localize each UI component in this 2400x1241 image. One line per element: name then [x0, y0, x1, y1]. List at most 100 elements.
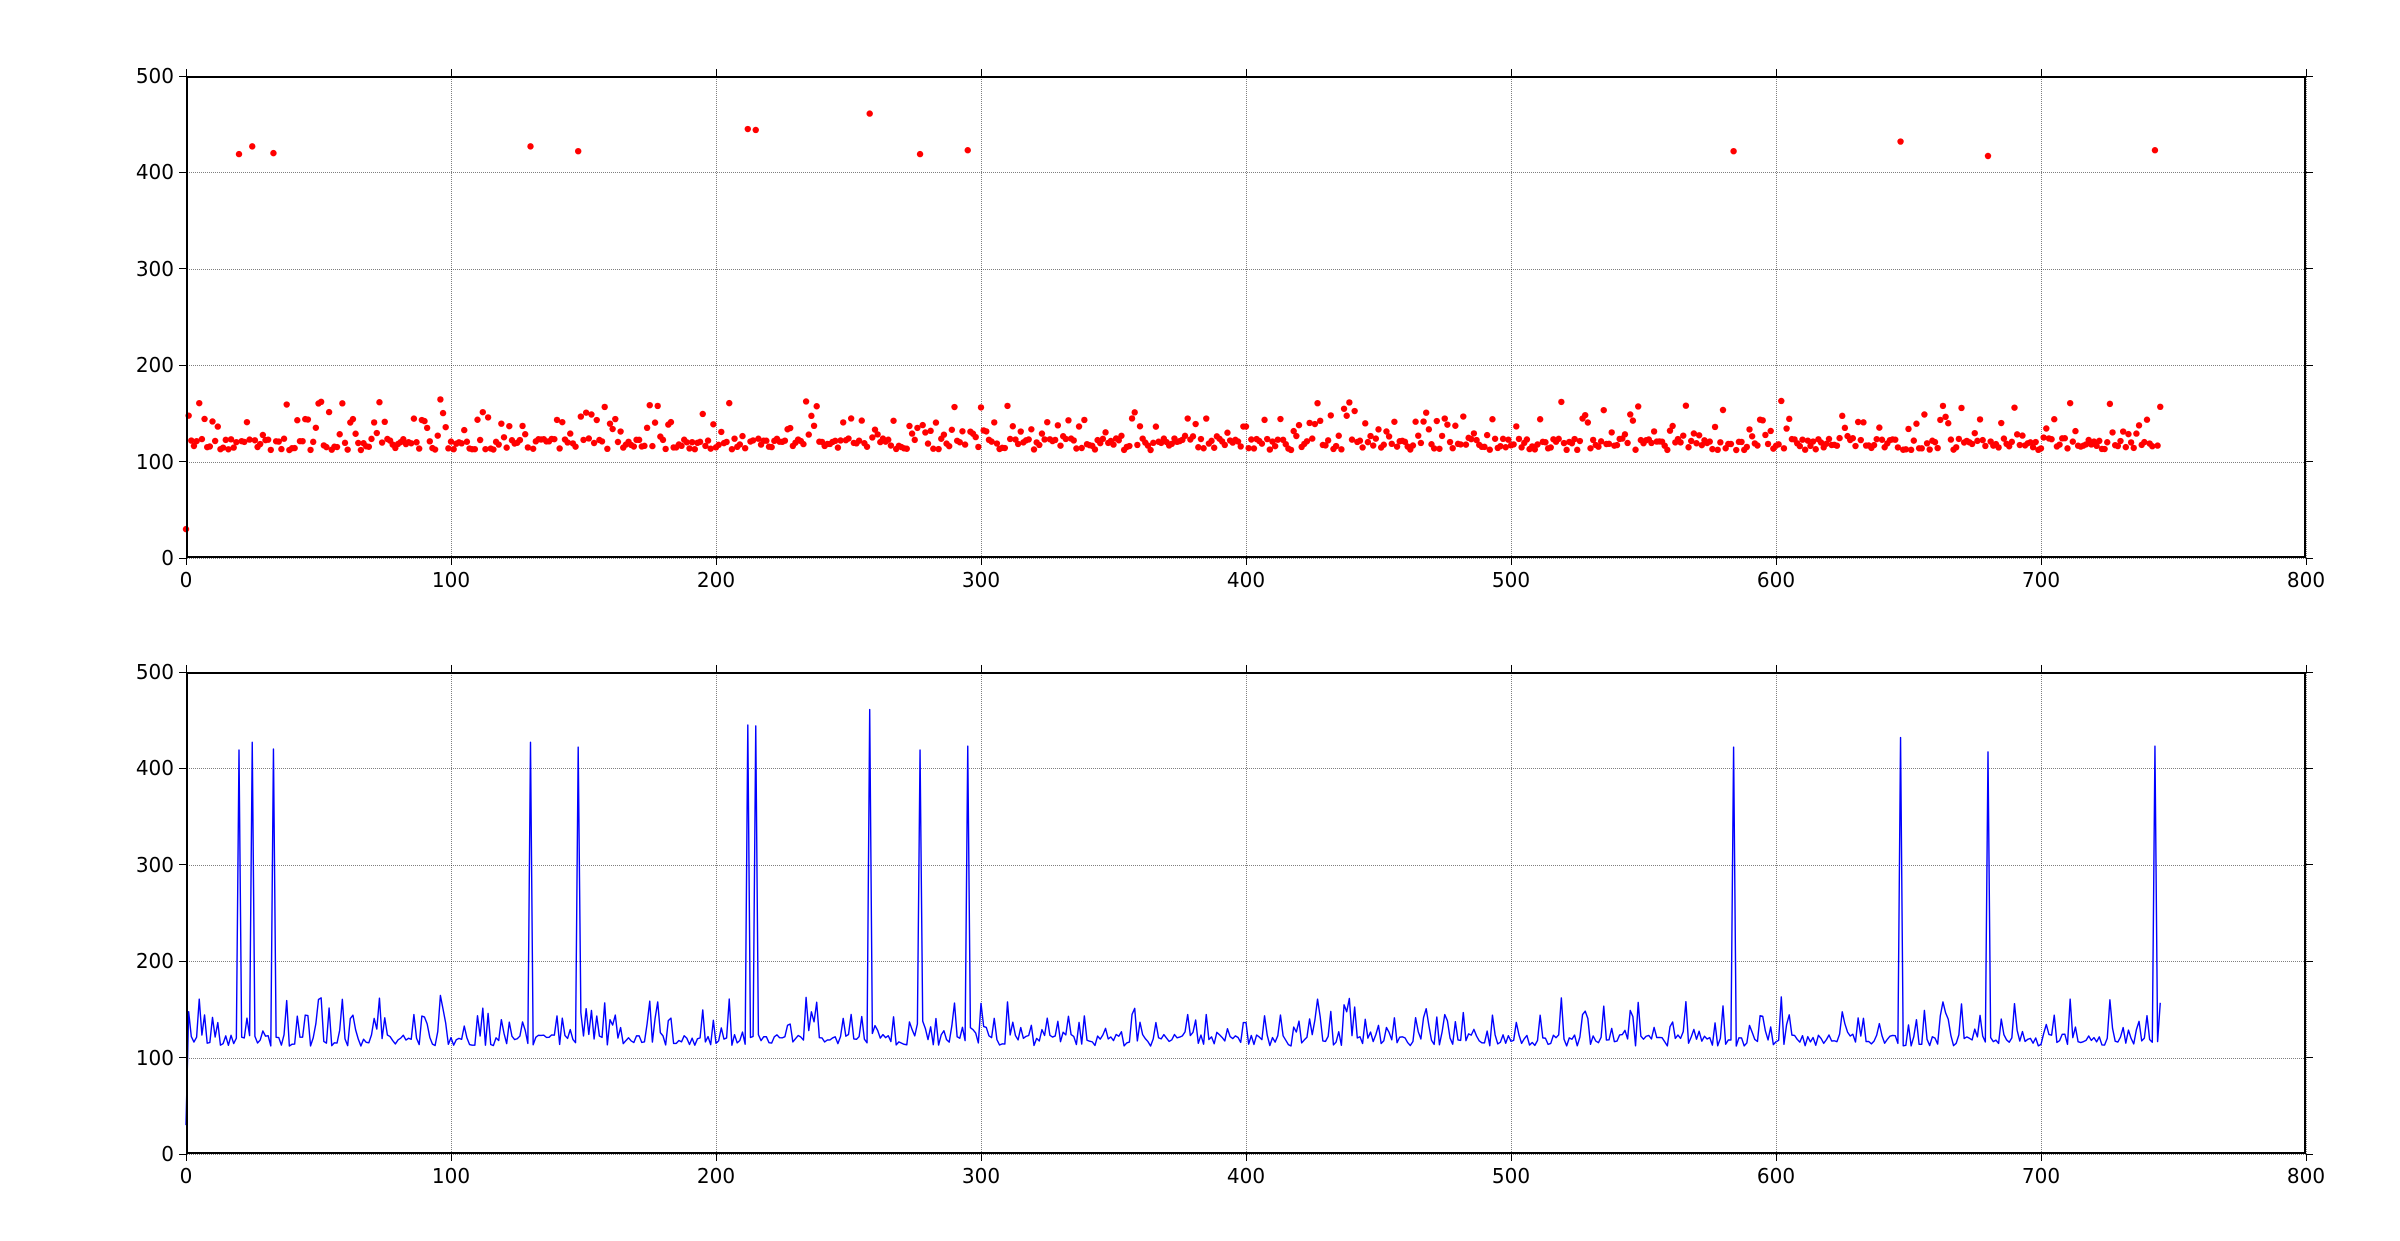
scatter-point [1137, 423, 1143, 429]
scatter-point [1945, 420, 1951, 426]
scatter-point [811, 423, 817, 429]
scatter-point [1813, 446, 1819, 452]
scatter-point [2123, 444, 2129, 450]
xtick-label: 200 [697, 1164, 735, 1188]
xtick-label: 500 [1492, 1164, 1530, 1188]
ytick-mark [179, 461, 186, 462]
xtick-mark-top [2041, 69, 2042, 76]
scatter-point [2104, 439, 2110, 445]
scatter-point [1783, 425, 1789, 431]
scatter-point [1375, 426, 1381, 432]
scatter-point [1439, 433, 1445, 439]
scatter-point [612, 416, 618, 422]
scatter-point [745, 126, 751, 132]
scatter-point [1132, 409, 1138, 415]
scatter-point [1669, 423, 1675, 429]
ytick-mark-right [2306, 864, 2313, 865]
scatter-point [212, 438, 218, 444]
scatter-point [951, 404, 957, 410]
scatter-point [1031, 446, 1037, 452]
xtick-mark-top [1776, 665, 1777, 672]
ytick-label: 0 [161, 546, 174, 570]
scatter-point [991, 419, 997, 425]
scatter-point [1781, 445, 1787, 451]
scatter-point [1192, 421, 1198, 427]
spine-right [2304, 672, 2306, 1154]
xtick-mark-top [981, 665, 982, 672]
scatter-point [501, 434, 507, 440]
scatter-point [1129, 415, 1135, 421]
scatter-point [358, 447, 364, 453]
scatter-point [1065, 417, 1071, 423]
scatter-point [800, 441, 806, 447]
scatter-point [1076, 423, 1082, 429]
scatter-point [1381, 442, 1387, 448]
ytick-label: 300 [136, 853, 174, 877]
scatter-point [1677, 439, 1683, 445]
scatter-point [1852, 443, 1858, 449]
xtick-mark [451, 1154, 452, 1161]
scatter-point [1492, 436, 1498, 442]
ytick-label: 400 [136, 160, 174, 184]
xtick-mark [1511, 558, 1512, 565]
scatter-point [1582, 412, 1588, 418]
ytick-mark-right [2306, 268, 2313, 269]
scatter-point [864, 444, 870, 450]
scatter-plot-area [186, 76, 2306, 558]
scatter-point [1733, 447, 1739, 453]
scatter-point [1632, 447, 1638, 453]
scatter-point [2070, 438, 2076, 444]
ytick-mark-right [2306, 1057, 2313, 1058]
scatter-point [1558, 399, 1564, 405]
ytick-label: 400 [136, 756, 174, 780]
figure: 0100200300400500600700800 01002003004005… [0, 0, 2400, 1241]
scatter-point [840, 419, 846, 425]
scatter-point [787, 425, 793, 431]
scatter-point [281, 436, 287, 442]
scatter-point [737, 441, 743, 447]
scatter-point [1563, 447, 1569, 453]
scatter-point [519, 423, 525, 429]
scatter-point [631, 443, 637, 449]
scatter-point [1314, 400, 1320, 406]
xtick-label: 700 [2022, 568, 2060, 592]
scatter-point [572, 443, 578, 449]
scatter-point [1002, 445, 1008, 451]
scatter-point [1908, 447, 1914, 453]
scatter-point [874, 431, 880, 437]
scatter-point [1940, 403, 1946, 409]
scatter-point [1932, 439, 1938, 445]
scatter-point [249, 143, 255, 149]
scatter-point [1198, 436, 1204, 442]
scatter-point [2117, 438, 2123, 444]
scatter-point [1100, 436, 1106, 442]
ytick-label: 300 [136, 257, 174, 281]
scatter-point [668, 419, 674, 425]
scatter-point [1370, 442, 1376, 448]
scatter-point [196, 400, 202, 406]
scatter-point [472, 446, 478, 452]
scatter-point [1799, 436, 1805, 442]
scatter-point [909, 430, 915, 436]
spine-top [186, 672, 2306, 674]
scatter-point [1561, 440, 1567, 446]
scatter-point [973, 434, 979, 440]
scatter-point [376, 399, 382, 405]
scatter-point [2136, 422, 2142, 428]
scatter-point [1222, 442, 1228, 448]
scatter-point [1728, 441, 1734, 447]
scatter-series [183, 110, 2164, 532]
scatter-point [1055, 422, 1061, 428]
scatter-point [342, 440, 348, 446]
scatter-point [530, 446, 536, 452]
scatter-point [1306, 420, 1312, 426]
spine-top [186, 76, 2306, 78]
scatter-point [2051, 416, 2057, 422]
scatter-point [678, 443, 684, 449]
scatter-point [655, 403, 661, 409]
scatter-point [1921, 411, 1927, 417]
xtick-label: 700 [2022, 1164, 2060, 1188]
scatter-point [1717, 439, 1723, 445]
scatter-point [1463, 441, 1469, 447]
xtick-mark [186, 558, 187, 565]
